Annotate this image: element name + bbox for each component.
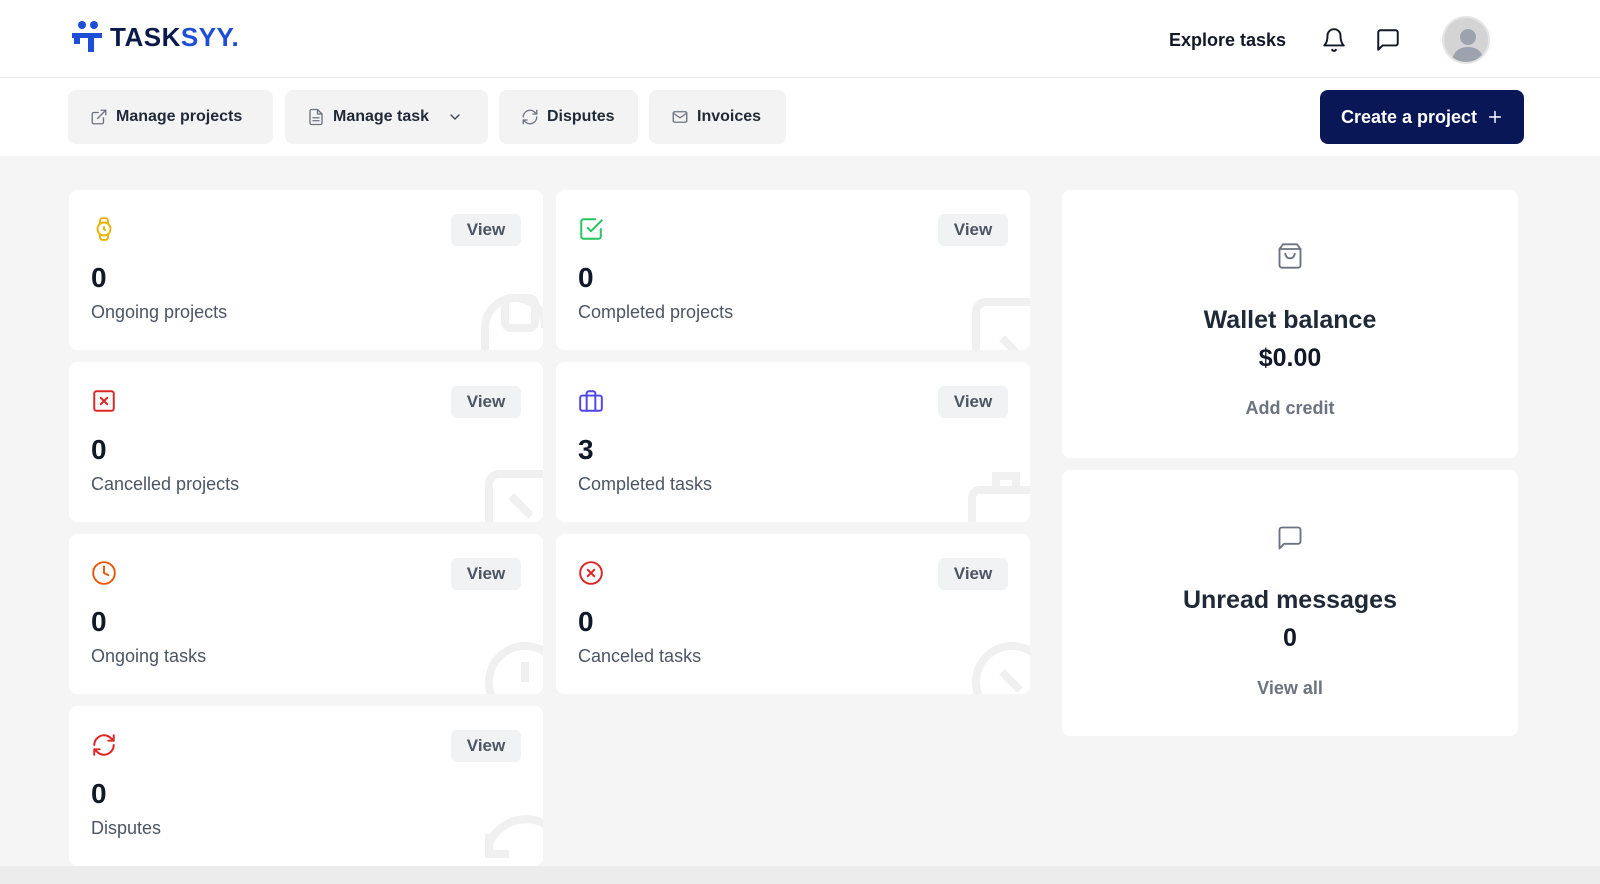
stat-label: Completed projects	[578, 302, 734, 322]
shopping-bag-icon	[1278, 243, 1302, 269]
brand-logo[interactable]: TASKSYY.	[70, 20, 239, 54]
stat-count: 3	[578, 434, 594, 465]
header-actions: Explore tasks	[1169, 16, 1490, 64]
view-button[interactable]: View	[451, 558, 521, 590]
bell-icon	[1323, 28, 1345, 52]
view-button[interactable]: View	[451, 730, 521, 762]
tab-label: Manage projects	[116, 108, 243, 125]
logo-mark-icon	[72, 21, 102, 52]
user-placeholder-icon	[1452, 29, 1484, 62]
stat-count: 0	[91, 262, 107, 293]
x-circle-icon	[579, 561, 603, 585]
messages-count: 0	[1283, 624, 1297, 652]
stat-card-disputes: View 0 Disputes	[69, 706, 543, 866]
tab-label: Invoices	[697, 108, 762, 125]
tab-manage-projects[interactable]: Manage projects	[68, 90, 273, 144]
create-project-label: Create a project	[1340, 106, 1478, 127]
clock-icon	[92, 561, 116, 585]
unread-messages-panel: Unread messages 0 View all	[1062, 470, 1518, 736]
wallet-amount: $0.00	[1258, 344, 1322, 372]
stat-card-completed-projects: View 0 Completed projects	[556, 190, 1030, 350]
stat-card-ongoing-projects: View 0 Ongoing projects	[69, 190, 543, 350]
stat-count: 0	[91, 606, 107, 637]
create-project-button[interactable]: Create a project	[1320, 90, 1524, 144]
secondary-toolbar: Manage projects Manage task Disputes Inv…	[0, 78, 1600, 156]
messages-title: Unread messages	[1182, 586, 1397, 614]
view-button[interactable]: View	[938, 214, 1008, 246]
refresh-icon	[522, 109, 538, 125]
stat-card-canceled-tasks: View 0 Canceled tasks	[556, 534, 1030, 694]
mail-icon	[672, 111, 688, 123]
wallet-balance-panel: Wallet balance $0.00 Add credit	[1062, 190, 1518, 458]
watermark-icon	[972, 298, 1030, 350]
view-button[interactable]: View	[938, 558, 1008, 590]
stat-card-ongoing-tasks: View 0 Ongoing tasks	[69, 534, 543, 694]
stat-count: 0	[578, 262, 594, 293]
watermark-icon	[968, 472, 1030, 522]
wallet-title: Wallet balance	[1203, 306, 1377, 334]
brand-name-blue: SYY.	[180, 21, 240, 52]
notifications-button[interactable]	[1320, 26, 1348, 54]
stat-label: Canceled tasks	[578, 646, 702, 666]
user-avatar[interactable]	[1442, 16, 1490, 64]
message-square-icon	[1278, 526, 1302, 550]
stat-label: Completed tasks	[578, 474, 713, 494]
external-link-icon	[91, 109, 107, 125]
plus-icon	[1488, 110, 1502, 124]
watermark-icon	[485, 815, 543, 858]
view-all-messages-link[interactable]: View all	[1257, 678, 1323, 699]
tab-invoices[interactable]: Invoices	[649, 90, 786, 144]
view-button[interactable]: View	[451, 386, 521, 418]
tab-label: Disputes	[547, 108, 615, 125]
brand-name: TASKSYY.	[110, 22, 239, 53]
brand-name-dark: TASK	[110, 21, 181, 52]
view-button[interactable]: View	[451, 214, 521, 246]
watermark-icon	[481, 294, 543, 350]
stat-label: Ongoing tasks	[91, 646, 207, 666]
add-credit-link[interactable]: Add credit	[1245, 398, 1334, 419]
tab-disputes[interactable]: Disputes	[499, 90, 638, 144]
chevron-down-icon	[450, 114, 460, 120]
watermark-icon	[972, 642, 1030, 694]
tab-manage-task[interactable]: Manage task	[285, 90, 488, 144]
x-square-icon	[93, 390, 115, 412]
page-bottom-edge	[0, 866, 1600, 884]
stat-card-completed-tasks: View 3 Completed tasks	[556, 362, 1030, 522]
watermark-icon	[485, 470, 543, 522]
tab-label: Manage task	[333, 108, 430, 125]
watch-icon	[96, 217, 112, 241]
stat-label: Cancelled projects	[91, 474, 240, 494]
messages-button[interactable]	[1374, 26, 1402, 54]
message-square-icon	[1377, 29, 1399, 51]
stat-label: Ongoing projects	[91, 302, 228, 322]
check-square-icon	[580, 218, 603, 240]
explore-tasks-link[interactable]: Explore tasks	[1169, 30, 1286, 51]
stat-count: 0	[91, 434, 107, 465]
watermark-icon	[485, 642, 543, 694]
view-button[interactable]: View	[938, 386, 1008, 418]
briefcase-icon	[579, 390, 603, 412]
document-icon	[309, 108, 323, 126]
refresh-icon	[93, 734, 115, 756]
stat-label: Disputes	[91, 818, 162, 838]
top-navbar: TASKSYY. Explore tasks	[0, 0, 1600, 78]
stat-count: 0	[578, 606, 594, 637]
stat-card-cancelled-projects: View 0 Cancelled projects	[69, 362, 543, 522]
stat-count: 0	[91, 778, 107, 809]
